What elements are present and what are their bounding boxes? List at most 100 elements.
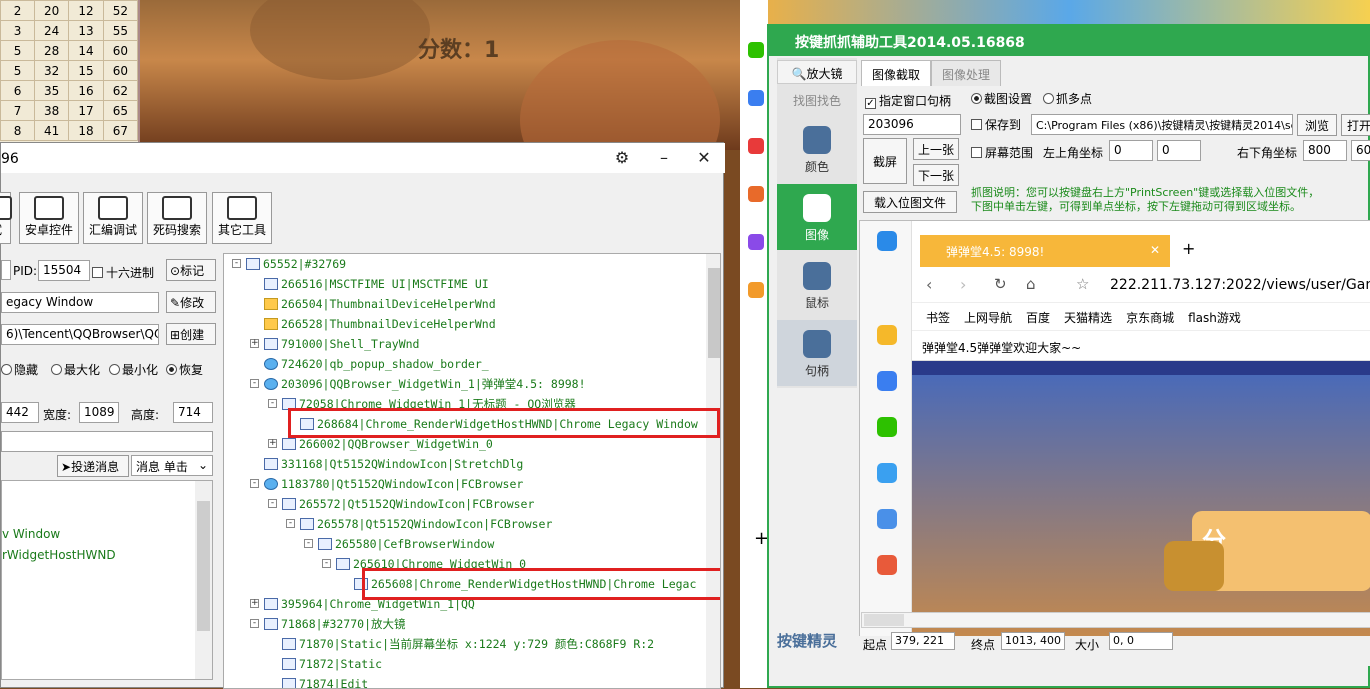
screenshot-button[interactable]: 截屏 (863, 138, 907, 184)
app-icon[interactable] (877, 509, 897, 529)
save-path-field[interactable]: C:\Program Files (x86)\按键精灵\按键精灵2014\scr… (1031, 114, 1293, 135)
collapse-icon[interactable]: - (250, 379, 259, 388)
collapse-icon[interactable]: - (250, 479, 259, 488)
tree-node[interactable]: 265578|Qt5152QWindowIcon|FCBrowser (300, 514, 552, 534)
tree-node[interactable]: 71870|Static|当前屏幕坐标 x:1224 y:729 颜色:C868… (282, 634, 654, 654)
save-checkbox[interactable]: 保存到 (971, 116, 1021, 133)
toolbar-button[interactable]: 其它工具 (212, 192, 272, 244)
qq-icon[interactable] (877, 231, 897, 251)
window-tree[interactable]: - 65552|#32769 266516|MSCTFIME UI|MSCTFIME… (223, 253, 721, 689)
inspector-titlebar[interactable]: 96 ⚙ – ✕ (1, 143, 725, 173)
bookmark-item[interactable]: 天猫精选 (1064, 311, 1112, 325)
tree-node[interactable]: 203096|QQBrowser_WidgetWin_1|弹弹堂4.5: 899… (264, 374, 586, 394)
app-icon[interactable] (748, 282, 764, 298)
gear-icon[interactable]: ⚙ (611, 147, 633, 169)
wechat-icon[interactable] (748, 42, 764, 58)
star-icon[interactable] (877, 325, 897, 345)
game-canvas[interactable]: 分 (912, 361, 1370, 639)
scrollbar-thumb[interactable] (197, 501, 210, 631)
bottom-right-x[interactable]: 800 (1303, 140, 1347, 161)
star-outline-icon[interactable]: ☆ (1076, 275, 1089, 293)
size-field[interactable]: 0, 0 (1109, 632, 1173, 650)
tree-node[interactable]: 265572|Qt5152QWindowIcon|FCBrowser (282, 494, 534, 514)
x-field[interactable]: 442 (1, 402, 39, 423)
load-bitmap-button[interactable]: 载入位图文件 (863, 191, 957, 213)
handle-checkbox[interactable]: ✓ 指定窗口句柄 (865, 92, 951, 109)
scrollbar-thumb[interactable] (864, 614, 904, 626)
find-image-color-tab[interactable]: 找图找色 (777, 88, 857, 112)
radio-maximize[interactable]: 最大化 (51, 361, 100, 378)
browse-button[interactable]: 浏览 (1297, 114, 1337, 136)
app-icon[interactable] (748, 90, 764, 106)
collapse-icon[interactable]: - (304, 539, 313, 548)
prev-button[interactable]: 上一张 (913, 138, 959, 160)
expand-icon[interactable]: + (250, 599, 259, 608)
pid-field[interactable]: 15504 (38, 260, 90, 281)
class-field[interactable]: egacy Window (1, 292, 159, 313)
collapse-icon[interactable]: - (232, 259, 241, 268)
toolbar-button[interactable]: 安卓控件 (19, 192, 79, 244)
radio-restore[interactable]: 恢复 (166, 361, 203, 378)
collapse-icon[interactable]: - (286, 519, 295, 528)
toolbar-button[interactable]: 死码搜索 (147, 192, 207, 244)
open-button[interactable]: 打开 (1341, 114, 1370, 136)
bookmark-item[interactable]: 京东商城 (1126, 311, 1174, 325)
bookmark-item[interactable]: 上网导航 (964, 311, 1012, 325)
sidebar-item-color[interactable]: 颜色 (777, 116, 857, 182)
expand-icon[interactable]: + (250, 339, 259, 348)
post-message-button[interactable]: ➤投递消息 (57, 455, 129, 477)
hex-checkbox[interactable]: 十六进制 (92, 264, 154, 281)
close-button[interactable]: ✕ (693, 147, 715, 169)
bookmark-item[interactable]: 百度 (1026, 311, 1050, 325)
radio-minimize[interactable]: 最小化 (109, 361, 158, 378)
start-field[interactable]: 379, 221 (891, 632, 955, 650)
scrollbar[interactable] (195, 481, 212, 679)
sidebar-item-mouse[interactable]: 鼠标 (777, 252, 857, 318)
list-item[interactable]: v Window (2, 527, 60, 541)
refresh-icon[interactable]: ↻ (994, 275, 1007, 293)
tree-node[interactable]: 266516|MSCTFIME UI|MSCTFIME UI (264, 274, 489, 294)
expand-icon[interactable]: + (268, 439, 277, 448)
tree-node[interactable]: 71868|#32770|放大镜 (264, 614, 406, 634)
tree-scrollbar[interactable] (706, 254, 720, 688)
horizontal-scrollbar[interactable] (861, 612, 1370, 628)
radio-multipoint[interactable]: 抓多点 (1043, 90, 1092, 107)
sidebar-item-handle[interactable]: 句柄 (777, 320, 857, 386)
close-icon[interactable]: ✕ (1150, 243, 1160, 257)
sidebar-item-image[interactable]: 图像 (777, 184, 857, 250)
home-icon[interactable]: ⌂ (1026, 275, 1036, 293)
tool-titlebar[interactable]: 按键抓抓辅助工具2014.05.16868 (769, 26, 1370, 56)
range-checkbox[interactable]: 屏幕范围 (971, 144, 1033, 161)
toolbar-button[interactable]: 试 (0, 192, 12, 244)
tab-image-process[interactable]: 图像处理 (931, 60, 1002, 86)
message-field[interactable] (1, 431, 213, 452)
tree-scrollbar-thumb[interactable] (708, 268, 720, 358)
magnifier-button[interactable]: 🔍放大镜 (777, 60, 857, 84)
app-icon[interactable] (748, 138, 764, 154)
radio-screenshot[interactable]: 截图设置 (971, 90, 1032, 107)
address-bar[interactable]: ‹ › ↻ ⌂ ☆ 222.211.73.127:2022/views/user… (912, 267, 1370, 303)
list-item[interactable]: rWidgetHostHWND (2, 548, 116, 562)
tree-node[interactable]: 71872|Static (282, 654, 382, 674)
app-icon[interactable] (877, 463, 897, 483)
tree-node[interactable]: 791000|Shell_TrayWnd (264, 334, 419, 354)
message-list[interactable]: v Window rWidgetHostHWND (1, 480, 213, 680)
top-left-y[interactable]: 0 (1157, 140, 1201, 161)
height-field[interactable]: 714 (173, 402, 213, 423)
app-icon[interactable] (748, 234, 764, 250)
collapse-icon[interactable]: - (250, 619, 259, 628)
top-left-x[interactable]: 0 (1109, 140, 1153, 161)
toolbar-button[interactable]: 汇编调试 (83, 192, 143, 244)
bookmark-item[interactable]: 书签 (926, 311, 950, 325)
path-field[interactable]: 6)\Tencent\QQBrowser\QQ (1, 324, 159, 345)
tab-image-capture[interactable]: 图像截取 (861, 60, 932, 86)
tree-node[interactable]: 266528|ThumbnailDeviceHelperWnd (264, 314, 496, 334)
browser-tab[interactable]: 弹弹堂4.5: 8998! ✕ (920, 235, 1170, 267)
wechat-icon[interactable] (877, 417, 897, 437)
tree-node[interactable]: 266504|ThumbnailDeviceHelperWnd (264, 294, 496, 314)
create-button[interactable]: ⊞创建 (166, 323, 216, 345)
tree-node[interactable]: 65552|#32769 (246, 254, 346, 274)
tree-node[interactable]: 724620|qb_popup_shadow_border_ (264, 354, 489, 374)
tree-node[interactable]: 331168|Qt5152QWindowIcon|StretchDlg (264, 454, 523, 474)
bookmark-item[interactable]: flash游戏 (1188, 311, 1241, 325)
